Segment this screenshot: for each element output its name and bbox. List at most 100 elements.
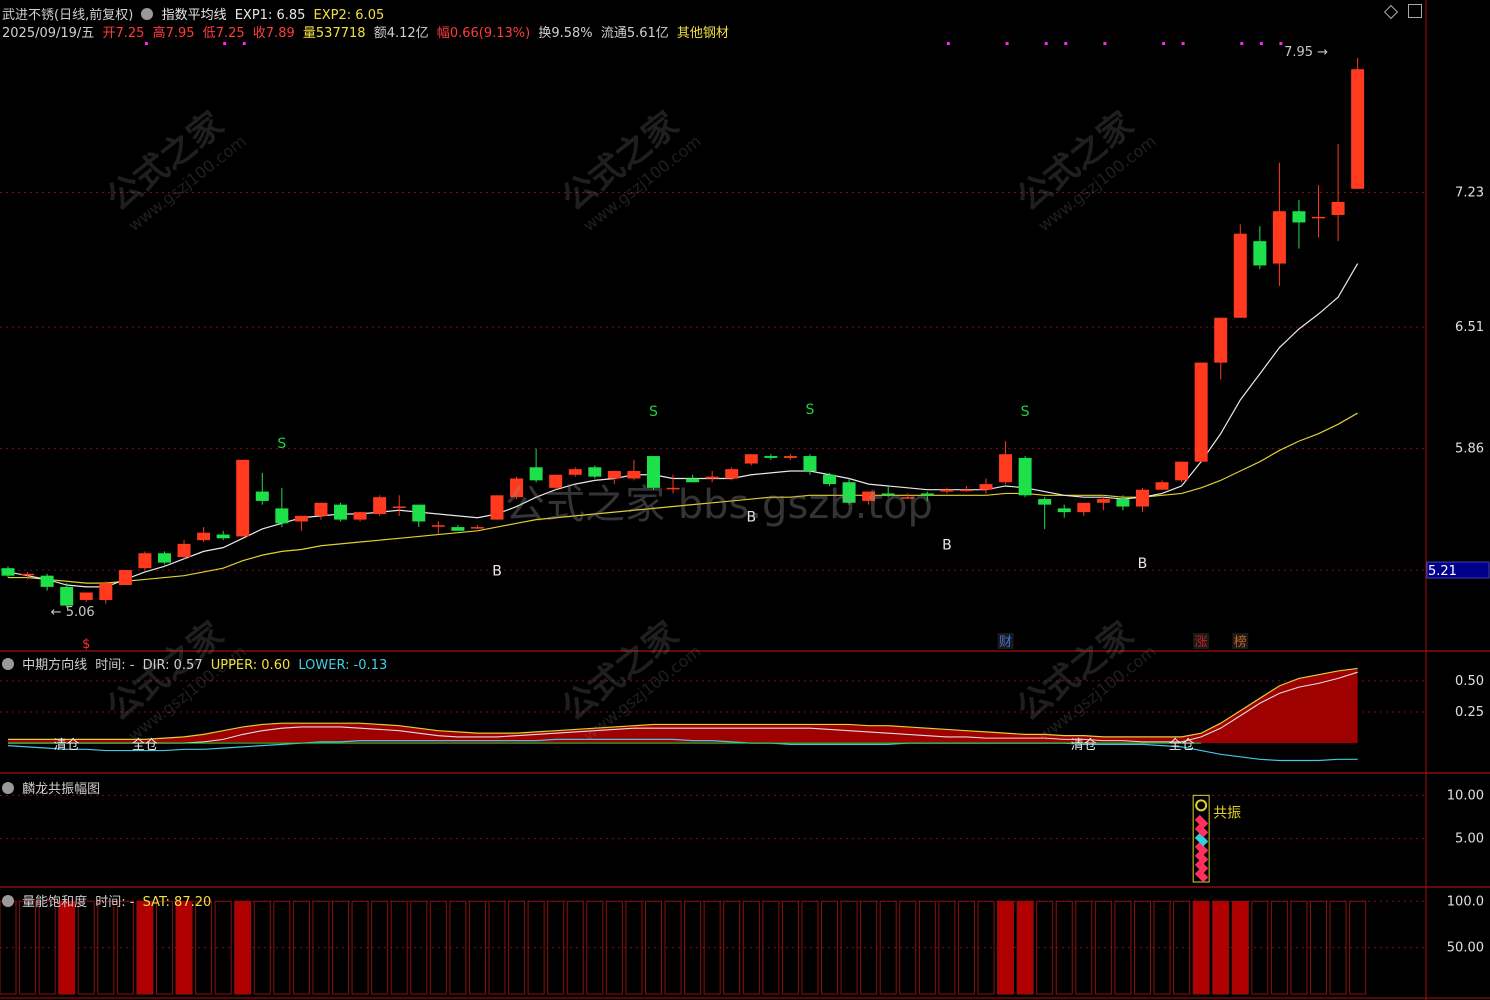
magenta-dot — [1259, 42, 1263, 45]
saturation-bar — [1310, 900, 1328, 995]
saturation-bar — [488, 900, 506, 995]
candle-body — [1214, 317, 1228, 363]
change-value: 0.66(9.13%) — [449, 26, 531, 41]
candle-body — [1253, 241, 1267, 266]
sell-signal: S — [1021, 404, 1030, 420]
magenta-dot — [1162, 42, 1166, 45]
candle-body — [118, 570, 132, 586]
candle-body — [1233, 233, 1247, 318]
candle-body — [197, 532, 211, 541]
mid-pane-header: 中期方向线 时间: - DIR: 0.57 UPPER: 0.60 LOWER:… — [2, 654, 391, 673]
candle-body — [138, 553, 152, 569]
sat-value: SAT: 87.20 — [142, 895, 212, 910]
magenta-dot — [1044, 42, 1048, 45]
window-toggle-icon[interactable] — [1408, 4, 1422, 18]
candle-body — [255, 491, 269, 501]
sat-tick-label: 50.00 — [1447, 941, 1484, 956]
saturation-bar — [58, 900, 76, 995]
mid-pane-name[interactable]: 中期方向线 — [22, 658, 87, 673]
saturation-bar — [116, 900, 134, 995]
position-signal: 清仓 — [54, 738, 80, 753]
saturation-bar — [332, 900, 350, 995]
candle-body — [1272, 211, 1286, 264]
saturation-bar — [1075, 900, 1093, 995]
saturation-bar — [38, 900, 56, 995]
dir-value: DIR: 0.57 — [142, 658, 203, 673]
candle-body — [275, 508, 289, 524]
candle-body — [490, 495, 504, 520]
turnover-key: 换 — [538, 26, 552, 41]
saturation-bar — [234, 900, 252, 995]
saturation-bar — [1231, 900, 1249, 995]
mid-tick-label: 0.25 — [1455, 705, 1484, 720]
candle-body — [764, 456, 778, 458]
res-tick-label: 10.00 — [1447, 788, 1484, 803]
saturation-bar — [390, 900, 408, 995]
saturation-bar — [468, 900, 486, 995]
low-price-label: ← 5.06 — [51, 605, 95, 620]
indicator-toggle-icon[interactable] — [141, 8, 154, 20]
volume-value: 537718 — [315, 26, 366, 41]
sector-label[interactable]: 其他钢材 — [677, 26, 729, 41]
candle-body — [1018, 457, 1032, 496]
close-key: 收 — [252, 26, 266, 41]
saturation-bar — [175, 900, 193, 995]
event-badge: 榜 — [1234, 634, 1247, 650]
saturation-bar — [1192, 900, 1210, 995]
pane-toggle-icon[interactable] — [2, 895, 14, 907]
saturation-bar — [312, 900, 330, 995]
indicator-name[interactable]: 指数平均线 — [162, 8, 227, 23]
price-tick-label: 6.51 — [1455, 320, 1484, 335]
high-price-label: 7.95 → — [1284, 45, 1328, 60]
candle-body — [744, 454, 758, 464]
candle-body — [1135, 489, 1149, 507]
open-value: 7.25 — [115, 26, 145, 41]
stock-title[interactable]: 武进不锈(日线,前复权) — [2, 8, 133, 23]
turnover-value: 9.58% — [551, 26, 593, 41]
candle-body — [157, 553, 171, 563]
resonance-ring — [1195, 799, 1208, 812]
price-tick-label: 5.86 — [1455, 442, 1484, 457]
magenta-dot — [223, 42, 227, 45]
candle-body — [294, 515, 308, 522]
candle-body — [236, 459, 250, 537]
sat-pane-name[interactable]: 量能饱和度 — [22, 895, 87, 910]
magenta-dot — [1240, 42, 1244, 45]
res-pane-name[interactable]: 麟龙共振幅图 — [22, 782, 100, 797]
candle-body — [1331, 201, 1345, 215]
exp2-value: EXP2: 6.05 — [313, 8, 385, 23]
event-badge: 涨 — [1195, 635, 1208, 650]
saturation-bar — [547, 900, 565, 995]
header-row-1: 武进不锈(日线,前复权) 指数平均线 EXP1: 6.85 EXP2: 6.05 — [2, 4, 388, 23]
mid-area-fill — [8, 668, 1358, 744]
saturation-bar — [1016, 900, 1034, 995]
candle-body — [1096, 499, 1110, 503]
candle-body — [392, 506, 406, 509]
saturation-bar — [566, 900, 584, 995]
magenta-dot — [1181, 42, 1185, 45]
pane-toggle-icon[interactable] — [2, 658, 14, 670]
saturation-bar — [1290, 900, 1308, 995]
date-label: 2025/09/19/五 — [2, 26, 95, 41]
upper-value: UPPER: 0.60 — [210, 658, 291, 673]
candle-body — [1, 568, 15, 576]
low-key: 低 — [202, 26, 216, 41]
buy-signal: B — [942, 537, 952, 553]
saturation-bar — [97, 900, 115, 995]
lower-value: LOWER: -0.13 — [298, 658, 388, 673]
magenta-dot — [946, 42, 950, 45]
buy-signal: B — [492, 564, 502, 580]
candle-body — [783, 456, 797, 458]
saturation-bar — [1133, 900, 1151, 995]
sat-pane-time: 时间: - — [95, 895, 135, 910]
magenta-dot — [1064, 42, 1068, 45]
price-tick-label: 7.23 — [1455, 186, 1484, 201]
sell-signal: S — [649, 404, 658, 420]
candle-body — [1077, 502, 1091, 513]
magenta-dot — [1005, 42, 1009, 45]
center-watermark: 公式之家 bbs.gszb.top — [505, 482, 933, 528]
resonance-mark — [1194, 814, 1209, 829]
pane-toggle-icon[interactable] — [2, 782, 14, 794]
saturation-bar — [644, 900, 662, 995]
saturation-bar — [938, 900, 956, 995]
